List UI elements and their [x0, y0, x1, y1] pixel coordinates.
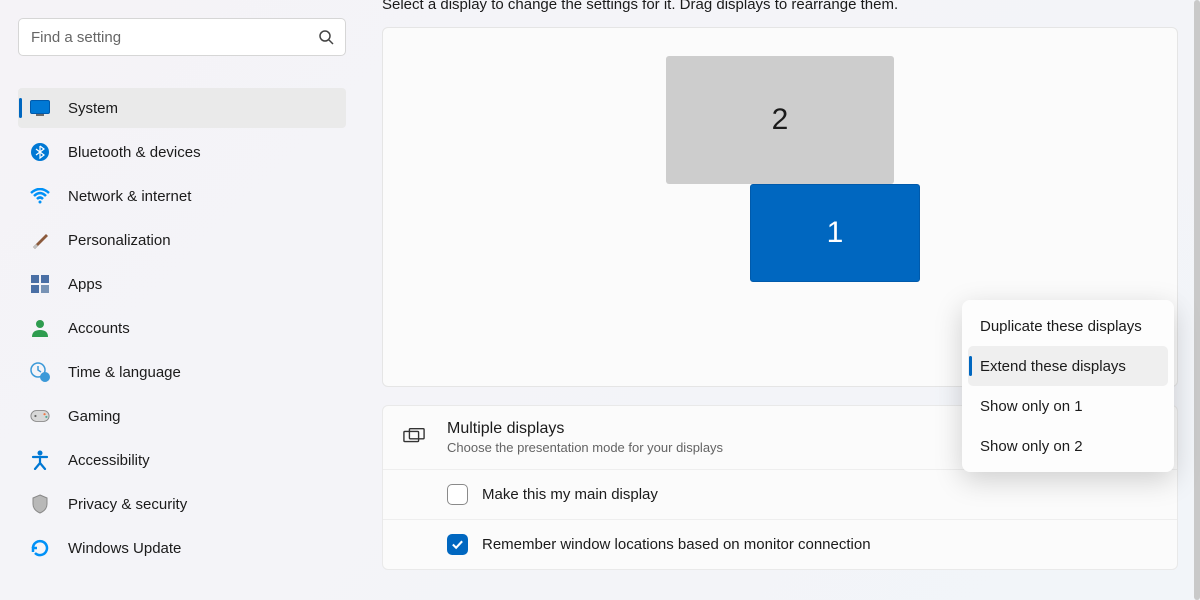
- option-remember-window-locations[interactable]: Remember window locations based on monit…: [383, 519, 1177, 569]
- sidebar: System Bluetooth & devices Network & int…: [0, 0, 360, 600]
- nav-item-privacy[interactable]: Privacy & security: [18, 484, 346, 524]
- displays-icon: [403, 427, 425, 449]
- display-arrangement-area[interactable]: 2 1: [403, 56, 1157, 316]
- nav-item-network[interactable]: Network & internet: [18, 176, 346, 216]
- apps-icon: [30, 274, 50, 294]
- nav-list: System Bluetooth & devices Network & int…: [18, 88, 346, 568]
- vertical-scrollbar[interactable]: [1194, 0, 1200, 600]
- nav-label: Personalization: [68, 232, 171, 249]
- multiple-displays-title: Multiple displays: [447, 420, 723, 438]
- nav-label: System: [68, 100, 118, 117]
- paintbrush-icon: [30, 230, 50, 250]
- bluetooth-icon: [30, 142, 50, 162]
- nav-item-gaming[interactable]: Gaming: [18, 396, 346, 436]
- update-icon: [30, 538, 50, 558]
- nav-label: Apps: [68, 276, 102, 293]
- dropdown-item-show-only-2[interactable]: Show only on 2: [968, 426, 1168, 466]
- nav-label: Time & language: [68, 364, 181, 381]
- nav-label: Bluetooth & devices: [68, 144, 201, 161]
- monitor-2[interactable]: 2: [666, 56, 894, 184]
- page-subtitle: Select a display to change the settings …: [382, 0, 1178, 13]
- nav-label: Network & internet: [68, 188, 191, 205]
- checkbox-checked-icon[interactable]: [447, 534, 468, 555]
- dropdown-item-extend[interactable]: Extend these displays: [968, 346, 1168, 386]
- dropdown-item-show-only-1[interactable]: Show only on 1: [968, 386, 1168, 426]
- nav-item-apps[interactable]: Apps: [18, 264, 346, 304]
- main-content: Select a display to change the settings …: [360, 0, 1200, 600]
- nav-item-time-language[interactable]: Time & language: [18, 352, 346, 392]
- wifi-icon: [30, 186, 50, 206]
- gamepad-icon: [30, 406, 50, 426]
- option-label: Remember window locations based on monit…: [482, 536, 871, 553]
- nav-item-system[interactable]: System: [18, 88, 346, 128]
- nav-item-windows-update[interactable]: Windows Update: [18, 528, 346, 568]
- nav-item-bluetooth[interactable]: Bluetooth & devices: [18, 132, 346, 172]
- nav-item-accessibility[interactable]: Accessibility: [18, 440, 346, 480]
- system-icon: [30, 98, 50, 118]
- monitor-1[interactable]: 1: [750, 184, 920, 282]
- nav-item-personalization[interactable]: Personalization: [18, 220, 346, 260]
- nav-label: Accessibility: [68, 452, 150, 469]
- checkbox-unchecked-icon[interactable]: [447, 484, 468, 505]
- dropdown-item-duplicate[interactable]: Duplicate these displays: [968, 306, 1168, 346]
- nav-item-accounts[interactable]: Accounts: [18, 308, 346, 348]
- display-mode-dropdown: Duplicate these displays Extend these di…: [962, 300, 1174, 472]
- accessibility-icon: [30, 450, 50, 470]
- nav-label: Privacy & security: [68, 496, 187, 513]
- clock-globe-icon: [30, 362, 50, 382]
- search-input[interactable]: [18, 18, 346, 56]
- multiple-displays-subtitle: Choose the presentation mode for your di…: [447, 440, 723, 455]
- nav-label: Gaming: [68, 408, 121, 425]
- option-main-display[interactable]: Make this my main display: [383, 469, 1177, 519]
- search-box: [18, 18, 346, 56]
- account-icon: [30, 318, 50, 338]
- nav-label: Windows Update: [68, 540, 181, 557]
- shield-icon: [30, 494, 50, 514]
- option-label: Make this my main display: [482, 486, 658, 503]
- search-icon[interactable]: [318, 29, 334, 45]
- nav-label: Accounts: [68, 320, 130, 337]
